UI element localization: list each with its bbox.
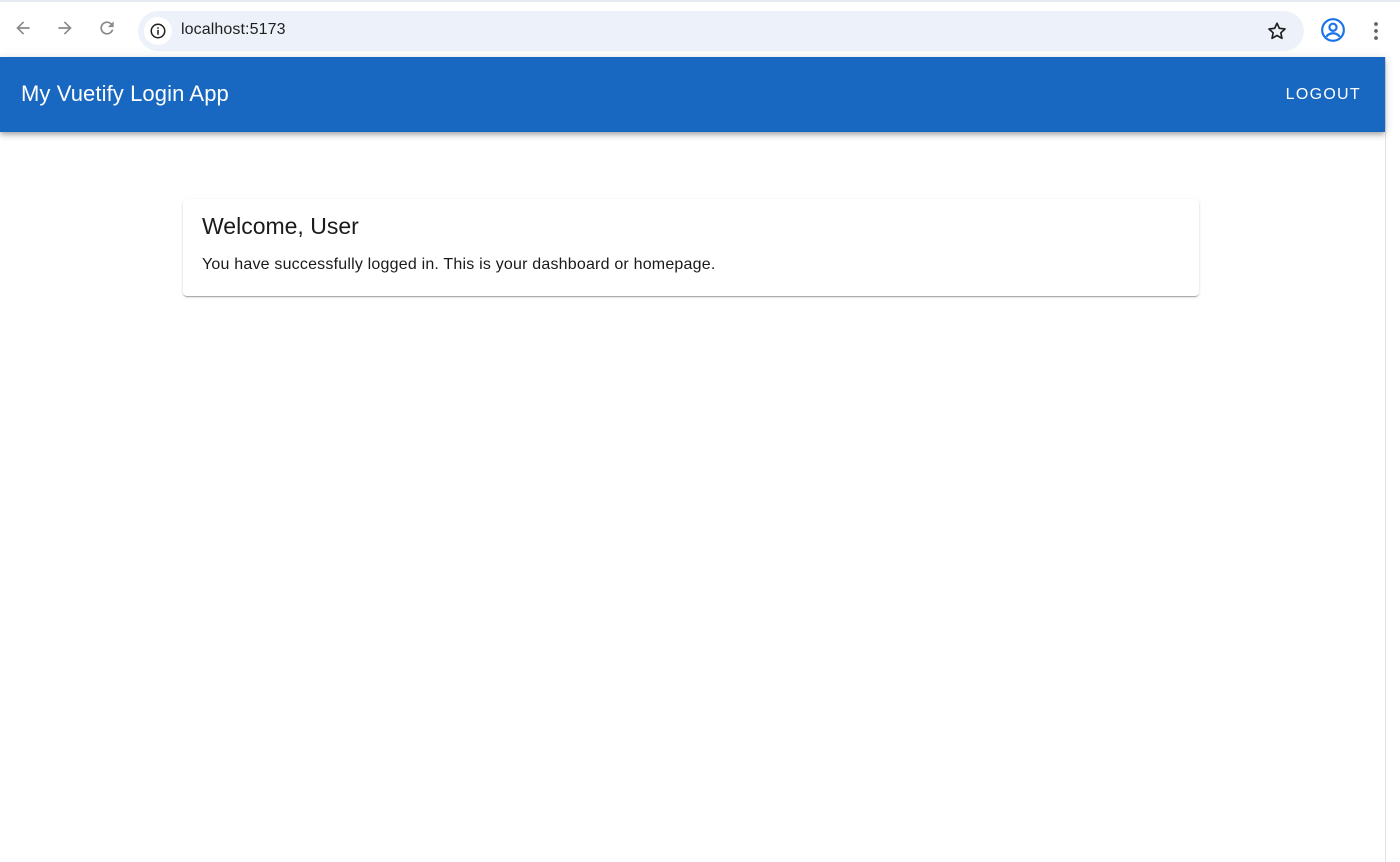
info-icon [150, 23, 166, 39]
scrollbar[interactable] [1385, 57, 1400, 862]
star-icon[interactable] [1266, 20, 1288, 42]
card-title: Welcome, User [202, 213, 359, 239]
forward-button[interactable] [50, 13, 80, 43]
kebab-menu-icon[interactable] [1364, 19, 1388, 43]
address-bar[interactable]: localhost:5173 [138, 11, 1304, 51]
site-info-button[interactable] [144, 17, 172, 45]
reload-button[interactable] [92, 13, 122, 43]
logout-button[interactable]: Logout [1276, 77, 1371, 113]
card-text: You have successfully logged in. This is… [202, 256, 716, 273]
app-bar: My Vuetify Login App Logout [0, 57, 1385, 132]
arrow-left-icon [16, 21, 30, 35]
back-button[interactable] [8, 13, 38, 43]
arrow-right-icon [58, 21, 72, 35]
profile-icon[interactable] [1320, 17, 1346, 43]
reload-icon [100, 21, 114, 35]
welcome-card: Welcome, User You have successfully logg… [183, 199, 1199, 296]
browser-toolbar: localhost:5173 [0, 0, 1400, 57]
active-tab-edge [100, 2, 380, 4]
app-title: My Vuetify Login App [21, 81, 229, 106]
main-content: Welcome, User You have successfully logg… [0, 132, 1385, 862]
url-text[interactable]: localhost:5173 [181, 21, 286, 39]
